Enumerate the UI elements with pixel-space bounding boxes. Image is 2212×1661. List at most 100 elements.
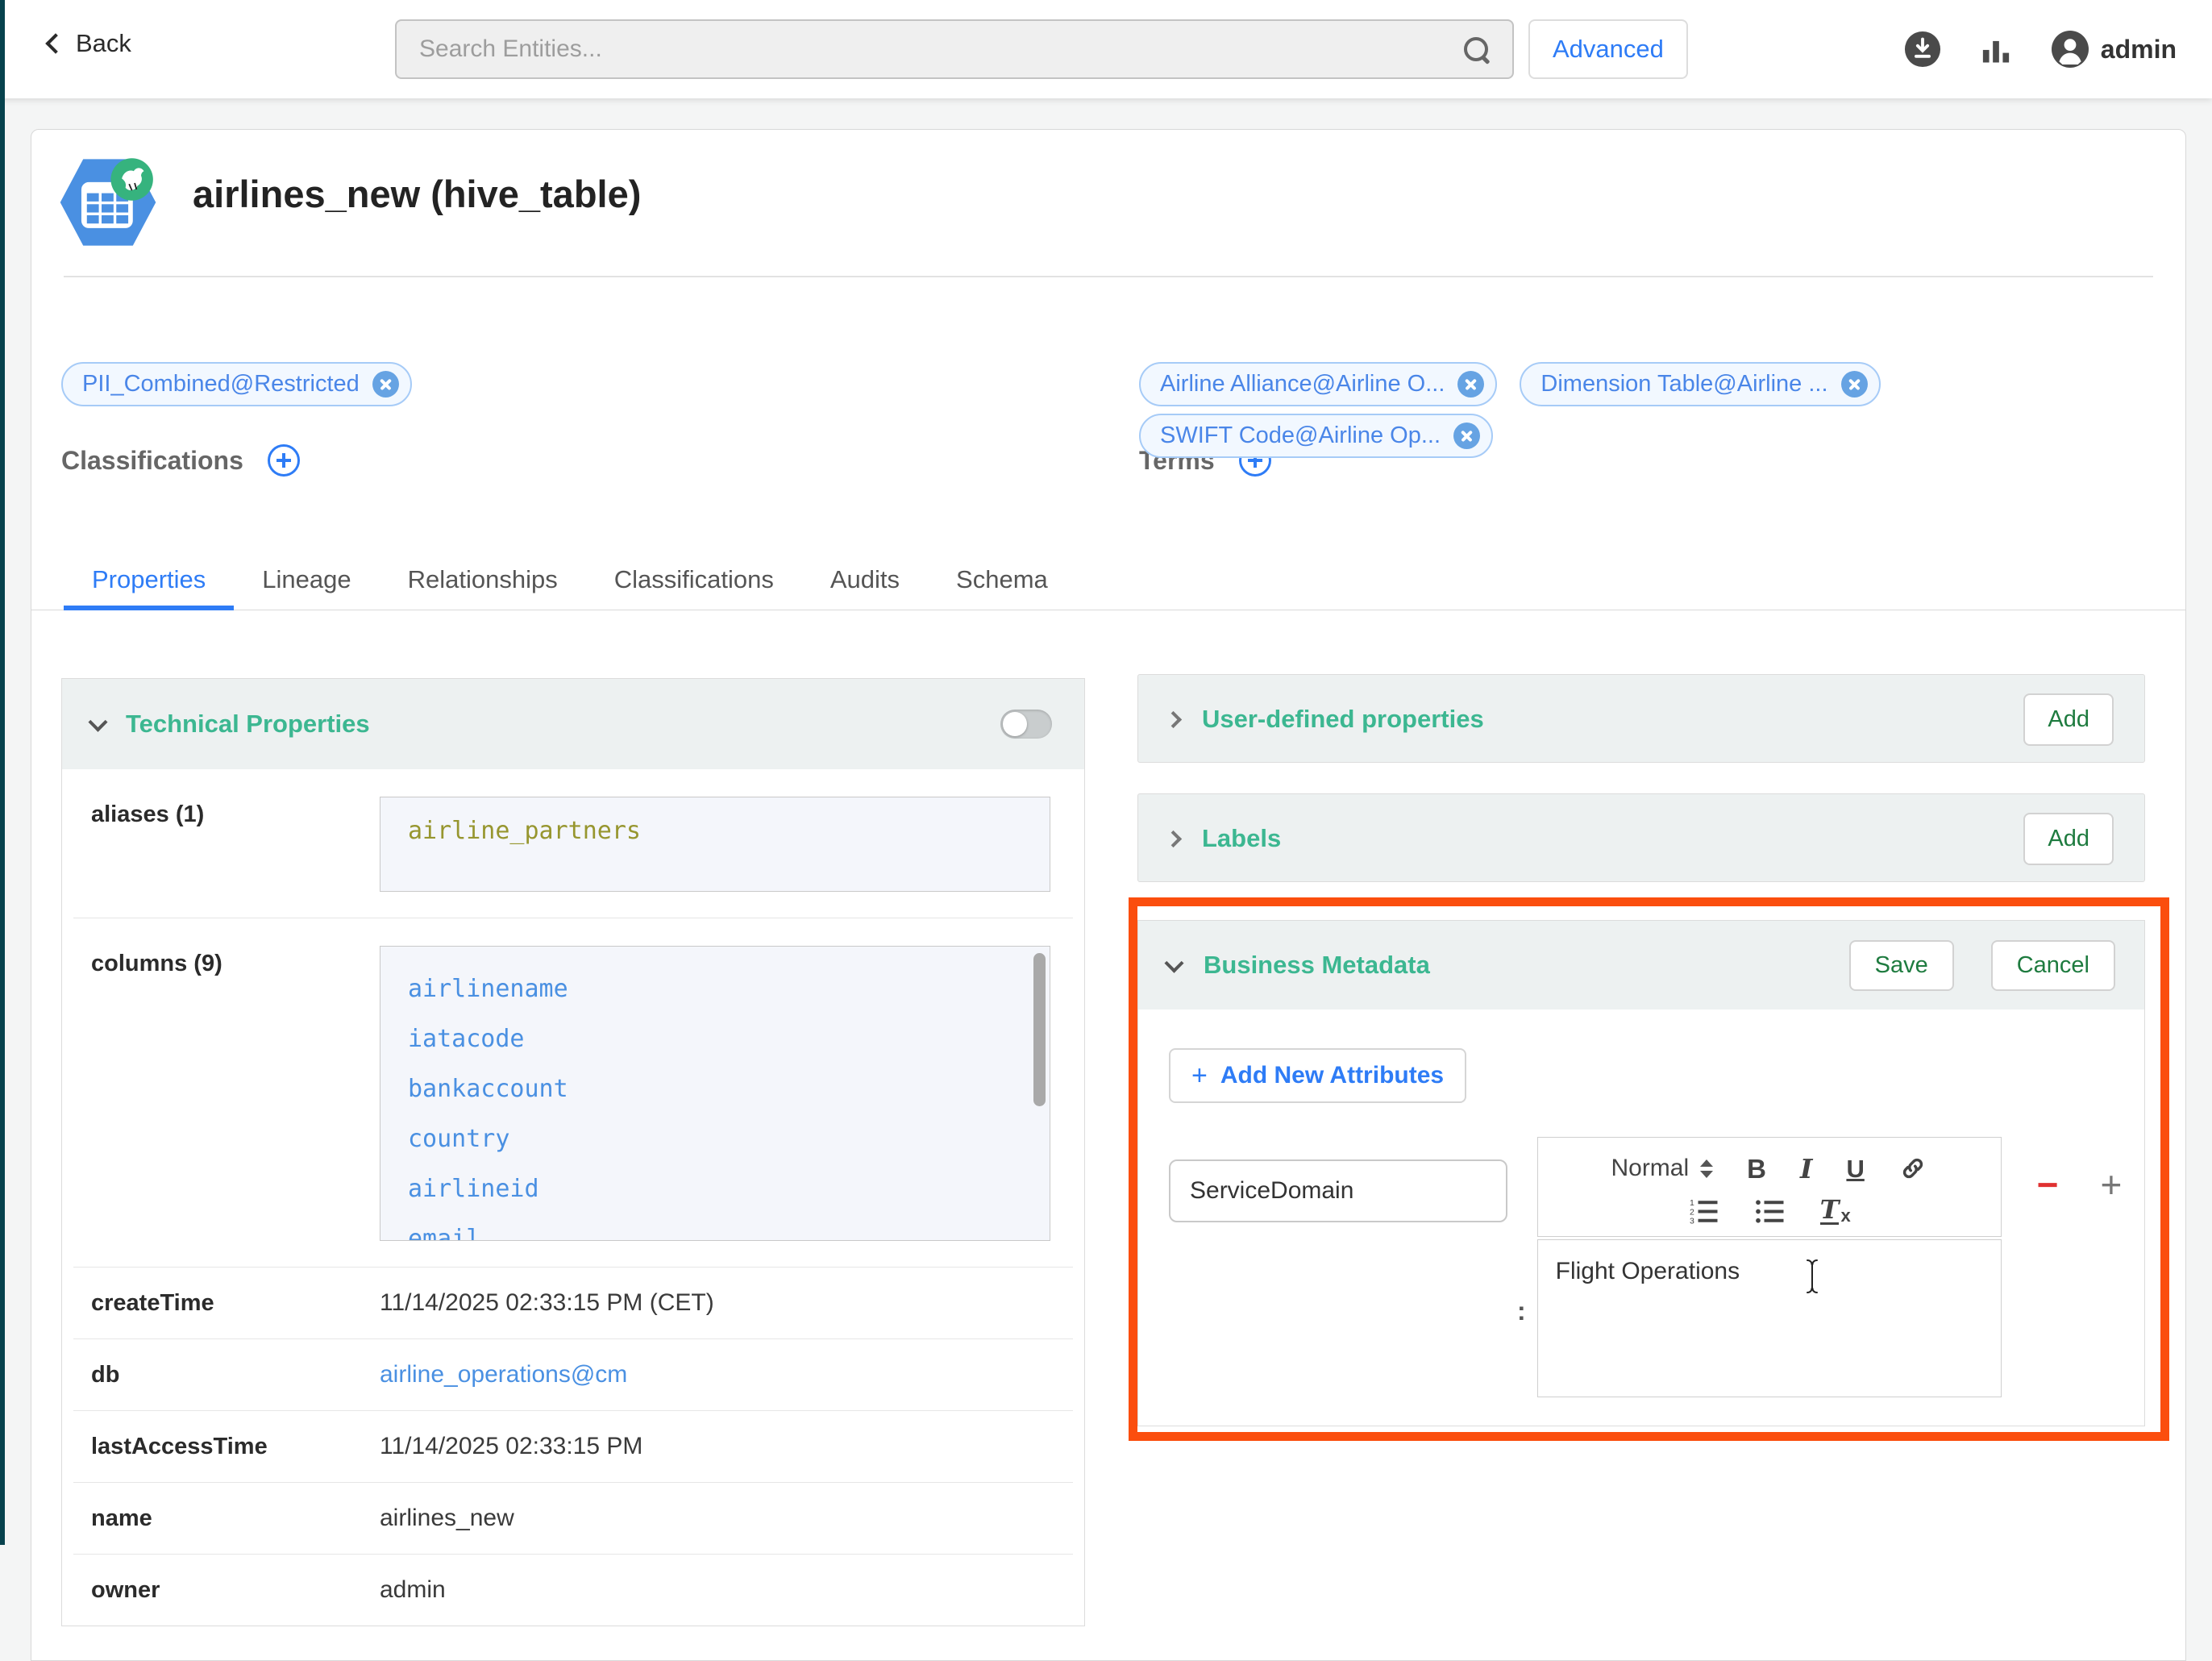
db-link[interactable]: airline_operations@cm [380, 1361, 627, 1388]
term-tag-label: Dimension Table@Airline ... [1540, 371, 1827, 398]
columns-scrollbar[interactable] [1033, 953, 1046, 1106]
classification-tag[interactable]: PII_Combined@Restricted [61, 362, 412, 406]
property-key: aliases (1) [91, 797, 380, 892]
italic-icon[interactable]: I [1800, 1155, 1812, 1182]
statistics-icon[interactable] [1978, 31, 2014, 67]
column-link[interactable]: iatacode [408, 1014, 1050, 1064]
save-button[interactable]: Save [1849, 940, 1954, 991]
add-user-defined-property-button[interactable]: Add [2023, 693, 2114, 746]
property-key: columns (9) [91, 946, 380, 1241]
remove-attribute-button[interactable]: − [2037, 1166, 2059, 1203]
divider [64, 276, 2153, 277]
remove-term-icon[interactable] [1841, 371, 1868, 398]
download-icon[interactable] [1904, 31, 1941, 68]
svg-text:3: 3 [1690, 1217, 1694, 1226]
username: admin [2101, 35, 2177, 65]
term-tag-label: SWIFT Code@Airline Op... [1160, 423, 1441, 449]
add-label-button[interactable]: Add [2023, 813, 2114, 865]
term-tag[interactable]: Dimension Table@Airline ... [1520, 362, 1880, 406]
tab-properties[interactable]: Properties [64, 560, 234, 610]
user-defined-properties-panel: User-defined properties Add [1137, 674, 2145, 763]
property-row-lastaccesstime: lastAccessTime 11/14/2025 02:33:15 PM [62, 1411, 1084, 1482]
technical-properties-panel: Technical Properties aliases (1) airline… [61, 678, 1085, 1626]
format-select-value: Normal [1611, 1155, 1689, 1182]
remove-classification-icon[interactable] [372, 371, 399, 398]
column-link[interactable]: bankaccount [408, 1064, 1050, 1114]
add-attribute-button[interactable]: + [2101, 1166, 2123, 1203]
advanced-search-button[interactable]: Advanced [1528, 19, 1688, 79]
column-link[interactable]: airlinename [408, 964, 1050, 1014]
search-icon[interactable] [1462, 35, 1490, 63]
tab-audits[interactable]: Audits [802, 560, 928, 610]
business-metadata-panel: Business Metadata Save Cancel + Add New … [1137, 920, 2145, 1426]
add-new-attributes-label: Add New Attributes [1220, 1062, 1444, 1089]
column-link[interactable]: email [408, 1214, 1050, 1241]
back-label: Back [76, 29, 131, 58]
svg-text:1: 1 [1690, 1198, 1694, 1208]
term-tag[interactable]: Airline Alliance@Airline O... [1139, 362, 1497, 406]
bullet-list-icon[interactable] [1754, 1196, 1786, 1225]
editor-toolbar: Normal B I U 1 [1537, 1137, 2002, 1237]
tab-classifications[interactable]: Classifications [586, 560, 802, 610]
editor-content-area[interactable]: Flight Operations [1537, 1239, 2002, 1397]
topbar: Back Advanced admin [0, 0, 2212, 98]
bold-icon[interactable]: B [1747, 1155, 1766, 1182]
user-avatar-icon [2051, 30, 2089, 69]
ordered-list-icon[interactable]: 1 2 3 [1688, 1196, 1720, 1225]
back-chevron-icon [45, 33, 65, 53]
property-row-columns: columns (9) airlinename iatacode bankacc… [62, 918, 1084, 1267]
entity-search [395, 19, 1514, 79]
term-tag-label: Airline Alliance@Airline O... [1160, 371, 1445, 398]
properties-toggle[interactable] [1000, 710, 1052, 739]
property-row-name: name airlines_new [62, 1483, 1084, 1554]
cancel-button[interactable]: Cancel [1991, 940, 2115, 991]
classification-tag-label: PII_Combined@Restricted [82, 371, 360, 398]
term-tag[interactable]: SWIFT Code@Airline Op... [1139, 414, 1493, 458]
classifications-heading: Classifications [61, 444, 300, 477]
underline-icon[interactable]: U [1846, 1156, 1864, 1181]
attribute-value-text: Flight Operations [1556, 1258, 1740, 1285]
chevron-right-icon[interactable] [1165, 710, 1182, 727]
back-button[interactable]: Back [48, 29, 131, 58]
property-key: db [91, 1362, 380, 1388]
tab-schema[interactable]: Schema [928, 560, 1076, 610]
column-link[interactable]: airlineid [408, 1164, 1050, 1214]
user-defined-properties-title[interactable]: User-defined properties [1202, 705, 1484, 734]
hive-table-icon [57, 156, 159, 248]
columns-value-box: airlinename iatacode bankaccount country… [380, 946, 1050, 1241]
tab-lineage[interactable]: Lineage [234, 560, 379, 610]
classifications-label: Classifications [61, 446, 243, 476]
aliases-value-box: airline_partners [380, 797, 1050, 892]
user-menu[interactable]: admin [2051, 30, 2177, 69]
svg-text:2: 2 [1690, 1207, 1694, 1217]
technical-properties-header[interactable]: Technical Properties [62, 679, 1084, 769]
chevron-right-icon[interactable] [1165, 830, 1182, 847]
property-value: 11/14/2025 02:33:15 PM [380, 1433, 642, 1460]
select-arrows-icon [1700, 1159, 1713, 1178]
clear-formatting-icon[interactable]: T x [1820, 1197, 1851, 1225]
property-row-aliases: aliases (1) airline_partners [62, 769, 1084, 918]
entity-title: airlines_new (hive_table) [193, 172, 641, 216]
remove-term-icon[interactable] [1457, 371, 1484, 398]
text-cursor-icon [1804, 1258, 1820, 1295]
property-row-owner: owner admin [62, 1555, 1084, 1626]
business-metadata-title[interactable]: Business Metadata [1204, 951, 1430, 980]
remove-term-icon[interactable] [1453, 423, 1480, 449]
chevron-down-icon[interactable] [1164, 953, 1183, 972]
plus-icon: + [1191, 1062, 1208, 1089]
tab-relationships[interactable]: Relationships [380, 560, 586, 610]
property-value: 11/14/2025 02:33:15 PM (CET) [380, 1289, 714, 1317]
labels-title[interactable]: Labels [1202, 824, 1281, 853]
labels-panel: Labels Add [1137, 793, 2145, 882]
add-classification-icon[interactable] [268, 444, 300, 477]
attribute-name-input[interactable] [1169, 1159, 1507, 1222]
add-new-attributes-button[interactable]: + Add New Attributes [1169, 1048, 1466, 1103]
alias-value: airline_partners [408, 817, 641, 845]
property-row-db: db airline_operations@cm [62, 1339, 1084, 1410]
link-icon[interactable] [1898, 1154, 1927, 1183]
search-input[interactable] [419, 35, 1462, 63]
column-link[interactable]: country [408, 1114, 1050, 1164]
property-row-createtime: createTime 11/14/2025 02:33:15 PM (CET) [62, 1268, 1084, 1338]
format-select[interactable]: Normal [1611, 1155, 1713, 1182]
property-value: admin [380, 1576, 446, 1604]
